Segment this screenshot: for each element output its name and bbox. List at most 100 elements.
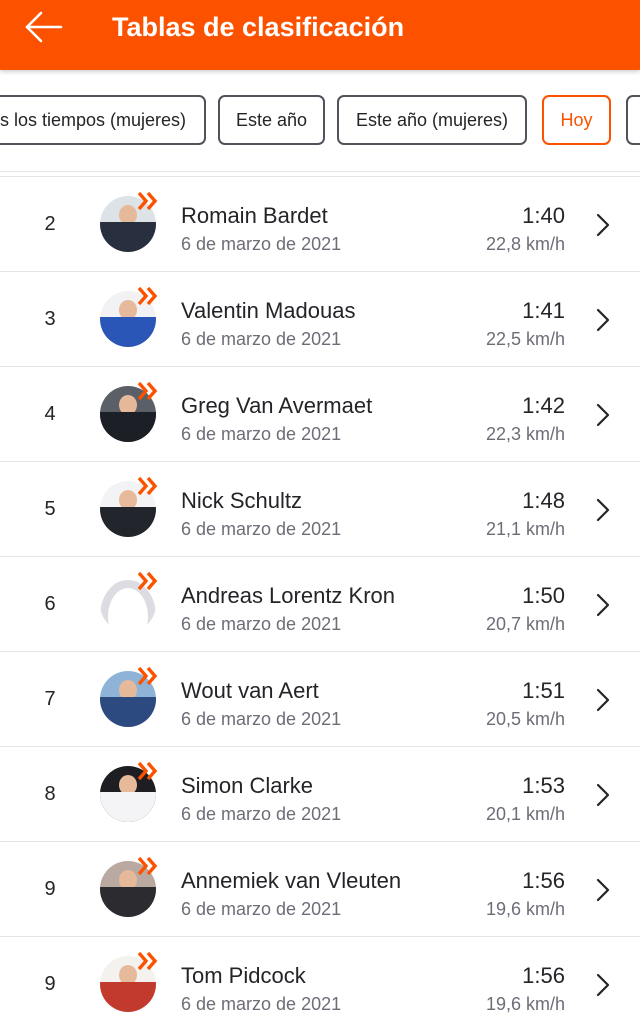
effort-speed: 21,1 km/h [485, 519, 565, 539]
row-chevron[interactable] [593, 878, 613, 902]
leaderboard-row[interactable]: 8 Simon Clarke 6 de marzo de 2021 1:53 20,1 … [0, 747, 640, 842]
avatar-jersey [100, 887, 156, 917]
rank-number: 2 [44, 213, 56, 235]
chevron-right-icon [596, 783, 610, 807]
filter-chip-all-time-women[interactable]: s los tiempos (mujeres) [0, 95, 206, 145]
double-chevron-badge-icon [137, 951, 158, 971]
chevron-right-icon [596, 308, 610, 332]
effort-time: 1:42 [522, 393, 565, 418]
effort-date: 6 de marzo de 2021 [181, 614, 342, 634]
avatar-jersey [100, 982, 156, 1012]
avatar-jersey [100, 412, 156, 442]
filter-chip-today[interactable]: Hoy [542, 95, 611, 145]
badge [137, 951, 159, 971]
badge [137, 381, 159, 401]
leaderboard-row[interactable]: 9 Annemiek van Vleuten 6 de marzo de 2021 1… [0, 842, 640, 937]
effort-date: 6 de marzo de 2021 [181, 804, 342, 824]
double-chevron-badge-icon [137, 191, 158, 211]
effort-date: 6 de marzo de 2021 [181, 519, 342, 539]
filter-chip-this-year-women[interactable]: Este año (mujeres) [337, 95, 527, 145]
arrow-left-icon [25, 11, 63, 43]
row-chevron[interactable] [593, 593, 613, 617]
effort-speed: 20,1 km/h [485, 804, 565, 824]
chevron-right-icon [596, 213, 610, 237]
effort-speed: 20,5 km/h [485, 709, 565, 729]
row-chevron[interactable] [593, 308, 613, 332]
double-chevron-badge-icon [137, 571, 158, 591]
badge [137, 286, 159, 306]
athlete-name: Tom Pidcock [181, 963, 306, 988]
row-chevron[interactable] [593, 688, 613, 712]
chevron-right-icon [596, 973, 610, 997]
badge [137, 856, 159, 876]
double-chevron-badge-icon [137, 476, 158, 496]
athlete-name: Wout van Aert [181, 678, 319, 703]
athlete-name: Romain Bardet [181, 203, 328, 228]
badge [137, 761, 159, 781]
filter-chip-next[interactable] [626, 95, 640, 145]
app-header: Tablas de clasificación [0, 0, 640, 70]
row-chevron[interactable] [593, 403, 613, 427]
badge [137, 191, 159, 211]
row-chevron[interactable] [593, 783, 613, 807]
effort-time: 1:50 [522, 583, 565, 608]
double-chevron-badge-icon [137, 381, 158, 401]
effort-date: 6 de marzo de 2021 [181, 424, 342, 444]
rank-number: 9 [44, 973, 56, 995]
athlete-name: Simon Clarke [181, 773, 314, 798]
effort-time: 1:51 [522, 678, 565, 703]
leaderboard-list[interactable]: 2 Romain Bardet 6 de marzo de 2021 1:40 22,8… [0, 172, 640, 1031]
leaderboard-row[interactable]: 9 Tom Pidcock 6 de marzo de 2021 1:56 19,6 k… [0, 937, 640, 1031]
athlete-name: Greg Van Avermaet [181, 393, 373, 418]
athlete-name: Annemiek van Vleuten [181, 868, 402, 893]
rank-number: 4 [44, 403, 56, 425]
row-chevron[interactable] [593, 498, 613, 522]
leaderboard-row[interactable]: 2 Romain Bardet 6 de marzo de 2021 1:40 22,8… [0, 177, 640, 272]
leaderboard-row[interactable]: 4 Greg Van Avermaet 6 de marzo de 2021 1:42… [0, 367, 640, 462]
double-chevron-badge-icon [137, 761, 158, 781]
effort-date: 6 de marzo de 2021 [181, 899, 342, 919]
leaderboard-row[interactable]: 6 Andreas Lorentz Kron 6 de marzo de 2021 1… [0, 557, 640, 652]
filter-chip-this-year[interactable]: Este año [218, 95, 325, 145]
rank-number: 6 [44, 593, 56, 615]
chevron-right-icon [596, 593, 610, 617]
effort-time: 1:56 [522, 868, 565, 893]
effort-date: 6 de marzo de 2021 [181, 329, 342, 349]
rank-number: 3 [44, 308, 56, 330]
effort-time: 1:53 [522, 773, 565, 798]
page-title: Tablas de clasificación [112, 12, 405, 42]
chevron-right-icon [596, 498, 610, 522]
chevron-right-icon [596, 403, 610, 427]
avatar-jersey [100, 317, 156, 347]
effort-time: 1:41 [522, 298, 565, 323]
effort-speed: 19,6 km/h [485, 899, 565, 919]
row-chevron[interactable] [593, 973, 613, 997]
row-chevron[interactable] [593, 213, 613, 237]
effort-time: 1:48 [522, 488, 565, 513]
effort-date: 6 de marzo de 2021 [181, 709, 342, 729]
back-button[interactable] [22, 8, 66, 48]
badge [137, 666, 159, 686]
effort-time: 1:40 [522, 203, 565, 228]
effort-speed: 20,7 km/h [485, 614, 565, 634]
avatar-jersey [100, 507, 156, 537]
leaderboard-row[interactable]: 5 Nick Schultz 6 de marzo de 2021 1:48 21,1 … [0, 462, 640, 557]
badge [137, 476, 159, 496]
athlete-name: Valentin Madouas [181, 298, 356, 323]
effort-speed: 22,8 km/h [485, 234, 565, 254]
effort-speed: 22,3 km/h [485, 424, 565, 444]
effort-date: 6 de marzo de 2021 [181, 234, 342, 254]
rank-number: 5 [44, 498, 56, 520]
rank-number: 7 [44, 688, 56, 710]
effort-date: 6 de marzo de 2021 [181, 994, 342, 1014]
filter-chip-bar[interactable]: s los tiempos (mujeres) Este año Este añ… [0, 70, 640, 172]
double-chevron-badge-icon [137, 666, 158, 686]
rank-number: 9 [44, 878, 56, 900]
effort-speed: 22,5 km/h [485, 329, 565, 349]
avatar-jersey [100, 697, 156, 727]
leaderboard-row[interactable]: 3 Valentin Madouas 6 de marzo de 2021 1:41 2… [0, 272, 640, 367]
athlete-name: Nick Schultz [181, 488, 303, 513]
chevron-right-icon [596, 688, 610, 712]
leaderboard-row[interactable]: 7 Wout van Aert 6 de marzo de 2021 1:51 20,5… [0, 652, 640, 747]
effort-time: 1:56 [522, 963, 565, 988]
